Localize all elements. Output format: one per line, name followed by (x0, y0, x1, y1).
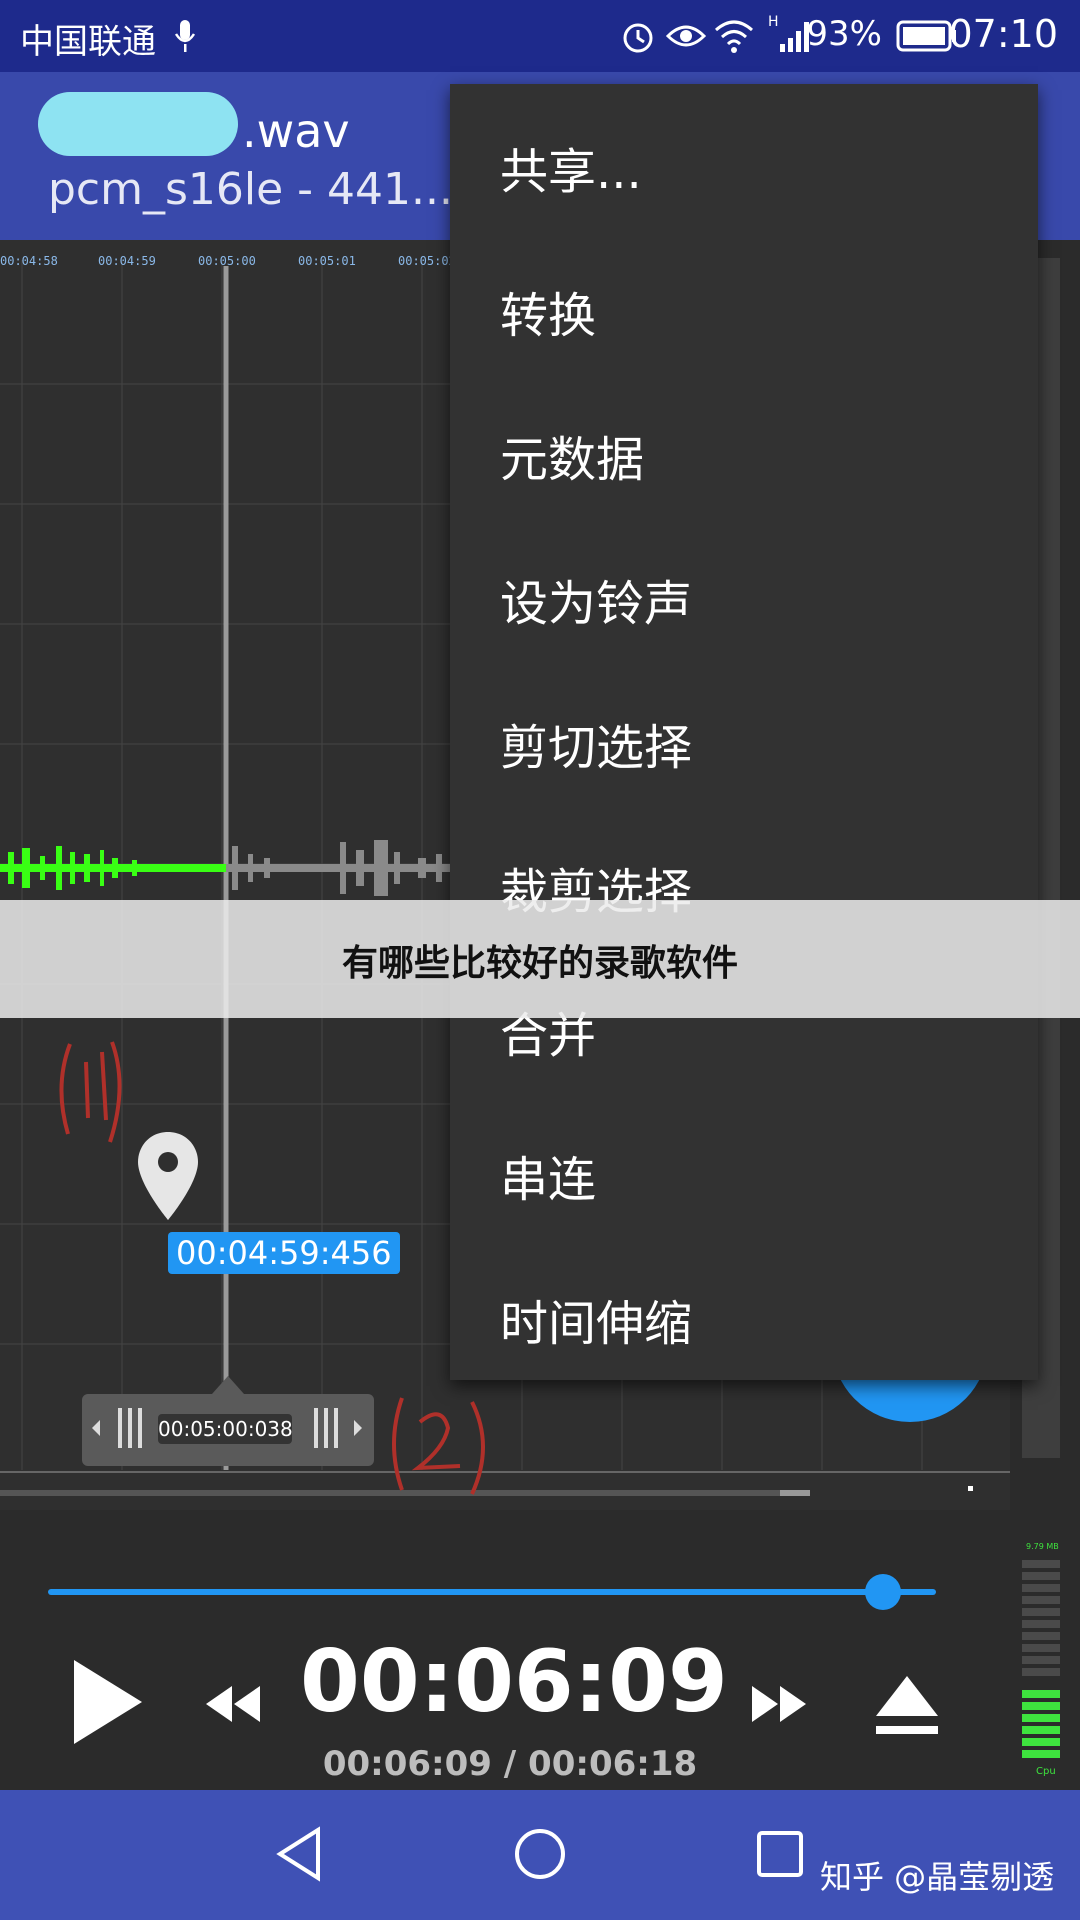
menu-item-metadata[interactable]: 元数据 (500, 420, 644, 490)
position-duration: 00:06:09 / 00:06:18 (322, 1744, 698, 1784)
cpu-meter (1022, 1560, 1060, 1758)
fast-forward-icon[interactable] (748, 1684, 808, 1724)
menu-item-concatenate[interactable]: 串连 (500, 1140, 596, 1210)
watermark-text: 知乎 @晶莹剔透 (820, 1858, 1055, 1896)
rewind-icon[interactable] (204, 1684, 264, 1724)
recents-icon[interactable] (756, 1830, 804, 1878)
redacted-filename (38, 92, 238, 156)
map-pin-marker-icon[interactable] (136, 1130, 200, 1222)
file-title: .wav (242, 104, 350, 158)
seek-thumb[interactable] (864, 1574, 901, 1610)
banner-title: 有哪些比较好的录歌软件 (341, 943, 738, 984)
back-icon[interactable] (274, 1826, 324, 1882)
menu-item-cut-selection[interactable]: 剪切选择 (500, 708, 692, 778)
handwritten-annotation-2 (392, 1397, 485, 1495)
waveform-track (0, 266, 456, 1470)
signal-type-badge: H (768, 14, 779, 30)
wifi-icon (715, 20, 753, 53)
alarm-icon (623, 23, 653, 53)
home-icon[interactable] (512, 1826, 568, 1882)
memory-usage-label: 9.79 MB (1026, 1542, 1059, 1551)
seek-bar[interactable] (48, 1589, 936, 1595)
current-time: 00:06:09 (300, 1632, 728, 1732)
menu-item-share[interactable]: 共享... (500, 132, 642, 202)
handwritten-annotation-1 (59, 1041, 122, 1143)
battery-percent: 93% (806, 14, 882, 54)
menu-item-convert[interactable]: 转换 (500, 276, 596, 346)
carrier-name: 中国联通 (20, 22, 156, 62)
menu-item-time-stretch[interactable]: 时间伸缩 (500, 1284, 692, 1354)
play-icon[interactable] (70, 1658, 146, 1746)
menu-item-set-ringtone[interactable]: 设为铃声 (500, 564, 692, 634)
marker-time-label: 00:04:59:456 (168, 1232, 400, 1274)
eye-icon (666, 25, 706, 47)
file-format-subtitle: pcm_s16le - 441... (48, 164, 453, 215)
eject-icon[interactable] (874, 1672, 940, 1738)
microphone-icon (174, 20, 196, 52)
cpu-label: Cpu (1036, 1766, 1056, 1777)
status-time: 07:10 (948, 12, 1058, 56)
selection-handle-time: 00:05:00:038 (158, 1414, 293, 1444)
